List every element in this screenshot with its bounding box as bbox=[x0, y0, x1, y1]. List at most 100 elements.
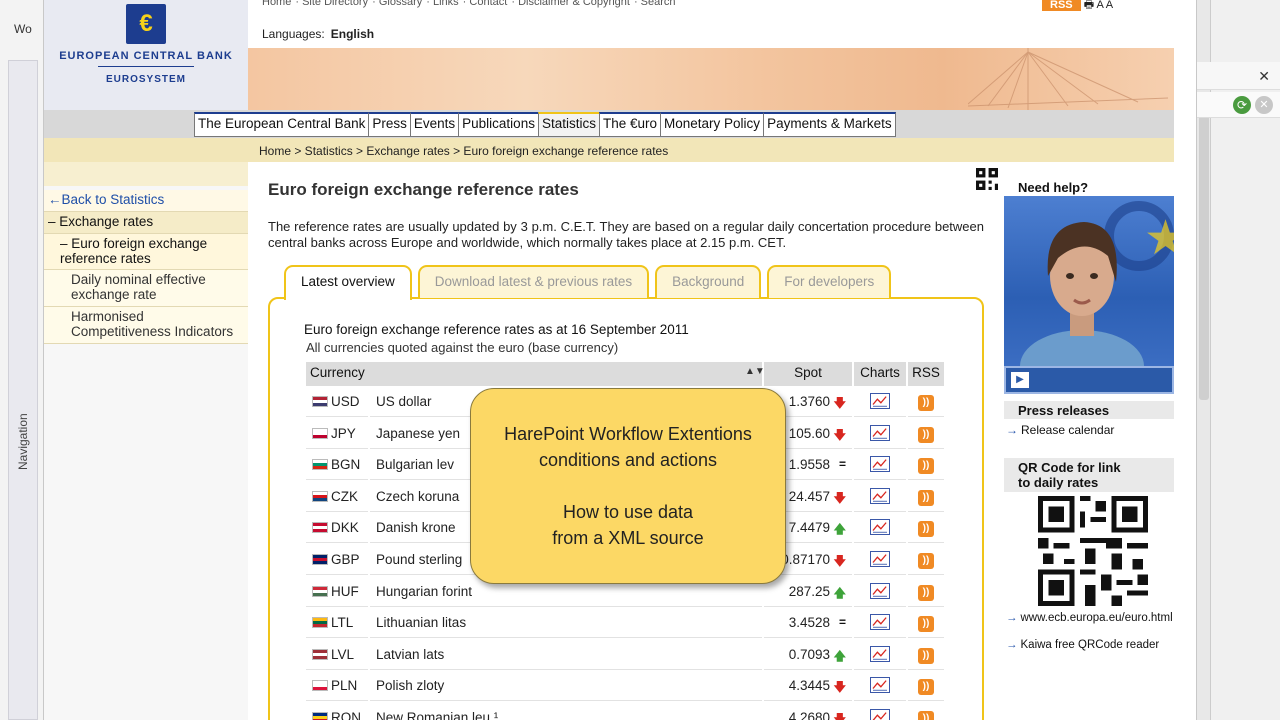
nav-item-events[interactable]: Events bbox=[409, 112, 460, 137]
rss-feed-icon[interactable]: )) bbox=[918, 711, 934, 720]
navigation-pane[interactable] bbox=[8, 60, 38, 720]
rss-feed-icon[interactable]: )) bbox=[918, 616, 934, 633]
top-links: Home · Site Directory · Glossary · Links · C… bbox=[262, 0, 680, 8]
rss-cell: )) bbox=[908, 483, 944, 512]
breadcrumb[interactable]: Home > Statistics > Exchange rates > Eur… bbox=[259, 144, 668, 158]
stop-icon[interactable]: ✕ bbox=[1255, 96, 1273, 114]
top-link-glossary[interactable]: Glossary bbox=[379, 0, 422, 8]
currency-code-cell: PLN bbox=[306, 672, 368, 702]
kaiwa-qr-reader-link[interactable]: → Kaiwa free QRCode reader bbox=[1004, 639, 1159, 651]
qr-code-small-icon[interactable] bbox=[976, 168, 998, 190]
rss-feed-icon[interactable]: )) bbox=[918, 489, 934, 506]
tab-download-rates[interactable]: Download latest & previous rates bbox=[417, 265, 650, 298]
nav-item-payments-markets[interactable]: Payments & Markets bbox=[763, 112, 896, 137]
font-larger-icon[interactable]: A bbox=[1106, 0, 1113, 11]
line-chart-icon[interactable] bbox=[870, 645, 890, 662]
rss-feed-icon[interactable]: )) bbox=[918, 679, 934, 696]
trend-eq-icon: = bbox=[838, 615, 846, 630]
ecb-logo[interactable]: € EUROPEAN CENTRAL BANK EUROSYSTEM bbox=[44, 0, 248, 110]
rss-feed-icon[interactable]: )) bbox=[918, 553, 934, 569]
top-link-disclaimer[interactable]: Disclaimer & Copyright bbox=[518, 0, 630, 8]
sidebar-item-daily-nominal-rate[interactable]: Daily nominal effective exchange rate bbox=[44, 270, 248, 307]
spot-rate: 7.4479 bbox=[788, 520, 830, 536]
top-link-home[interactable]: Home bbox=[262, 0, 291, 8]
nav-item-statistics[interactable]: Statistics bbox=[537, 112, 600, 137]
qr-code-image[interactable] bbox=[1038, 496, 1148, 606]
qr-heading-line2: to daily rates bbox=[1018, 475, 1099, 490]
nav-item-press[interactable]: Press bbox=[368, 112, 411, 137]
nav-item-publications[interactable]: Publications bbox=[458, 112, 539, 137]
spot-rate-cell: 4.3445 🡇 bbox=[764, 672, 852, 702]
outer-window-right: ✕ ⟳ ✕ bbox=[1196, 0, 1280, 720]
font-smaller-icon[interactable]: A bbox=[1097, 0, 1104, 11]
top-link-search[interactable]: Search bbox=[641, 0, 676, 8]
rss-button[interactable]: RSS bbox=[1042, 0, 1081, 11]
play-icon[interactable]: ▶ bbox=[1010, 371, 1030, 389]
column-header-currency[interactable]: Currency bbox=[306, 362, 762, 386]
navigation-pane-label: Navigation bbox=[16, 413, 30, 470]
line-chart-icon[interactable] bbox=[870, 519, 890, 536]
sort-icon[interactable]: ▲▼ bbox=[745, 366, 765, 377]
top-link-links[interactable]: Links bbox=[433, 0, 459, 8]
line-chart-icon[interactable] bbox=[870, 582, 890, 599]
flag-icon bbox=[312, 490, 328, 502]
top-link-site-directory[interactable]: Site Directory bbox=[302, 0, 368, 8]
nav-item-monetary-policy[interactable]: Monetary Policy bbox=[660, 112, 765, 137]
column-header-rss: RSS bbox=[908, 362, 944, 386]
virtual-assistant-image[interactable]: ★ bbox=[1004, 196, 1174, 366]
print-icon[interactable]: 🖶 bbox=[1084, 0, 1094, 11]
line-chart-icon[interactable] bbox=[870, 614, 890, 631]
rss-cell: )) bbox=[908, 420, 944, 449]
chart-cell bbox=[854, 641, 906, 670]
line-chart-icon[interactable] bbox=[870, 551, 890, 567]
language-english[interactable]: English bbox=[331, 27, 374, 41]
line-chart-icon[interactable] bbox=[870, 424, 890, 441]
assistant-illustration: ★ bbox=[1020, 201, 1174, 366]
table-row: PLN Polish zloty 4.3445 🡇)) bbox=[306, 672, 946, 703]
back-link-label: Back to Statistics bbox=[61, 192, 165, 207]
arrow-left-icon: ← bbox=[48, 192, 62, 207]
kaiwa-link-label: Kaiwa free QRCode reader bbox=[1020, 639, 1160, 651]
rss-cell: )) bbox=[908, 704, 944, 720]
release-calendar-link[interactable]: → Release calendar bbox=[1004, 423, 1114, 437]
callout-line-2: conditions and actions bbox=[538, 450, 718, 470]
rss-feed-icon[interactable]: )) bbox=[918, 395, 934, 411]
tab-for-developers[interactable]: For developers bbox=[767, 265, 892, 298]
chart-cell bbox=[854, 483, 906, 512]
back-to-statistics-link[interactable]: ←Back to Statistics bbox=[44, 190, 248, 212]
line-chart-icon[interactable] bbox=[870, 709, 890, 720]
ecb-euro-link[interactable]: → www.ecb.europa.eu/euro.html bbox=[1004, 612, 1174, 624]
column-header-charts: Charts bbox=[854, 362, 906, 386]
tab-background[interactable]: Background bbox=[655, 265, 762, 298]
line-chart-icon[interactable] bbox=[870, 456, 890, 473]
line-chart-icon[interactable] bbox=[870, 393, 890, 409]
chart-cell bbox=[854, 451, 906, 481]
rss-feed-icon[interactable]: )) bbox=[918, 521, 934, 538]
sidebar-item-exchange-rates[interactable]: – Exchange rates bbox=[44, 212, 248, 234]
close-icon[interactable]: ✕ bbox=[1258, 68, 1270, 85]
line-chart-icon[interactable] bbox=[870, 487, 890, 504]
rss-cell: )) bbox=[908, 609, 944, 639]
flag-icon bbox=[312, 427, 328, 439]
rss-cell: )) bbox=[908, 451, 944, 481]
currency-code-cell: LVL bbox=[306, 640, 368, 670]
scrollbar-thumb[interactable] bbox=[1199, 100, 1209, 400]
rss-feed-icon[interactable]: )) bbox=[918, 584, 934, 601]
nav-item-ecb[interactable]: The European Central Bank bbox=[194, 112, 370, 137]
sidebar-item-hci[interactable]: Harmonised Competitiveness Indicators bbox=[44, 307, 248, 344]
top-link-contact[interactable]: Contact bbox=[469, 0, 507, 8]
trend-down-icon: 🡇 bbox=[833, 680, 846, 695]
rss-feed-icon[interactable]: )) bbox=[918, 647, 934, 664]
line-chart-icon[interactable] bbox=[870, 677, 890, 694]
currency-name: Lithuanian litas bbox=[370, 609, 762, 639]
languages-label: Languages: bbox=[262, 27, 325, 41]
refresh-icon[interactable]: ⟳ bbox=[1233, 96, 1251, 114]
trend-down-icon: 🡇 bbox=[833, 712, 846, 720]
rss-feed-icon[interactable]: )) bbox=[918, 458, 934, 475]
callout-line-1: HarePoint Workflow Extentions bbox=[504, 424, 752, 444]
callout-spacer bbox=[471, 473, 785, 499]
rss-feed-icon[interactable]: )) bbox=[918, 426, 934, 443]
tab-latest-overview[interactable]: Latest overview bbox=[284, 265, 412, 300]
sidebar-item-euro-reference-rates[interactable]: – Euro foreign exchange reference rates bbox=[44, 234, 248, 270]
nav-item-euro[interactable]: The €uro bbox=[598, 112, 662, 137]
